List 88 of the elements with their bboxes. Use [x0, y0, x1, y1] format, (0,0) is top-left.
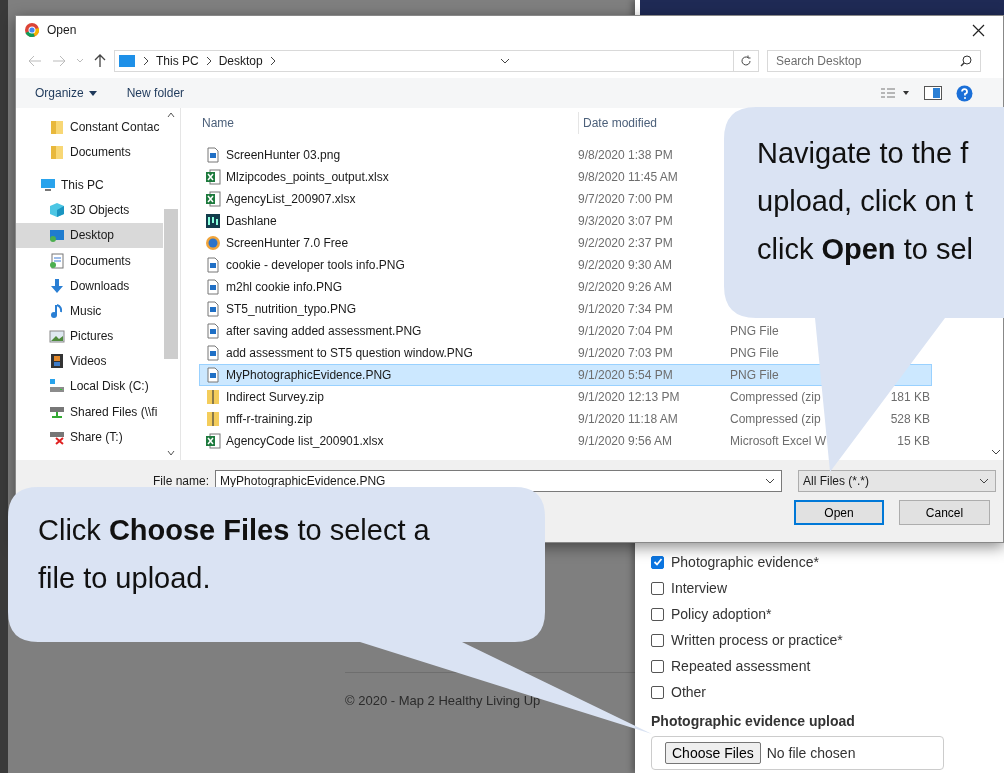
file-name: cookie - developer tools info.PNG	[226, 258, 406, 272]
file-type-dropdown[interactable]: All Files (*.*)	[798, 470, 997, 492]
file-date: 9/1/2020 12:13 PM	[578, 390, 681, 404]
file-name: ScreenHunter 03.png	[226, 148, 342, 162]
checkbox-label: Other	[671, 684, 706, 700]
navigation-item[interactable]: 3D Objects	[16, 197, 163, 223]
callout-text: Navigate to the f	[757, 136, 970, 171]
navigation-item[interactable]: Music	[16, 298, 163, 324]
callout-text: click Open to sel	[757, 232, 973, 267]
column-header[interactable]: Name	[199, 112, 579, 134]
checkbox-label: Policy adoption*	[671, 606, 772, 622]
checkbox-label: Written process or practice*	[671, 632, 843, 648]
file-name: Dashlane	[226, 214, 278, 228]
file-name: Mlzipcodes_points_output.xlsx	[226, 170, 390, 184]
file-date: 9/2/2020 9:30 AM	[578, 258, 674, 272]
organize-menu[interactable]: Organize	[35, 84, 97, 102]
file-name: ST5_nutrition_typo.PNG	[226, 302, 358, 316]
file-name: Indirect Survey.zip	[226, 390, 325, 404]
file-type-value: All Files (*.*)	[803, 474, 870, 488]
file-type: PNG File	[730, 324, 780, 338]
callout-text: Click Choose Files to select a	[38, 513, 430, 548]
file-name: AgencyList_200907.xlsx	[226, 192, 357, 206]
file-date: 9/7/2020 7:00 PM	[578, 192, 674, 206]
cancel-button[interactable]: Cancel	[899, 500, 990, 525]
file-name: add assessment to ST5 question window.PNG	[226, 346, 474, 360]
checkbox-label: Interview	[671, 580, 728, 596]
navigation-item[interactable]: Documents	[16, 139, 163, 165]
navigation-item[interactable]: Pictures	[16, 323, 163, 349]
open-button[interactable]: Open	[794, 500, 884, 525]
file-type: PNG File	[730, 368, 780, 382]
footer-text: © 2020 - Map 2 Healthy Living Up	[345, 693, 542, 708]
breadcrumb-item[interactable]: Desktop	[218, 54, 263, 68]
file-date: 9/1/2020 7:34 PM	[578, 302, 674, 316]
file-row[interactable]: Indirect Survey.zip 9/1/2020 12:13 PM Compressed (zip 181 KB	[199, 386, 932, 408]
navigation-item[interactable]: Shared Files (\\fi	[16, 399, 163, 425]
file-row[interactable]: add assessment to ST5 question window.PNG 9/1/2020 7:03 PM PNG File	[199, 342, 932, 364]
navigation-item[interactable]: Local Disk (C:)	[16, 373, 163, 400]
breadcrumb-item[interactable]: This PC	[156, 54, 199, 68]
file-name: m2hl cookie info.PNG	[226, 280, 344, 294]
search-placeholder: Search Desktop	[776, 54, 862, 68]
file-name: ScreenHunter 7.0 Free	[226, 236, 350, 250]
navigation-item[interactable]: Desktop	[16, 222, 163, 248]
file-row[interactable]: ST5_nutrition_typo.PNG 9/1/2020 7:34 PM	[199, 298, 731, 320]
file-date: 9/3/2020 3:07 PM	[578, 214, 674, 228]
file-name: after saving added assessment.PNG	[226, 324, 423, 338]
file-type: Microsoft Excel W	[730, 434, 827, 448]
file-type: Compressed (zip	[730, 390, 822, 404]
file-size: 528 KB	[889, 412, 930, 426]
navigation-item[interactable]: This PC	[16, 172, 163, 198]
file-name-field[interactable]: MyPhotographicEvidence.PNG	[215, 470, 783, 492]
file-type: Compressed (zip	[730, 412, 822, 426]
file-date: 9/8/2020 1:38 PM	[578, 148, 674, 162]
file-row[interactable]: mff-r-training.zip 9/1/2020 11:18 AM Compressed (zip 528 KB	[199, 408, 932, 430]
callout-text: file to upload.	[38, 561, 212, 596]
file-date: 9/2/2020 9:26 AM	[578, 280, 674, 294]
checkbox-label: Photographic evidence*	[671, 554, 819, 570]
file-status-text: No file chosen	[766, 745, 856, 761]
navigation-item[interactable]: Documents	[16, 247, 163, 274]
search-field[interactable]: Search Desktop	[767, 50, 981, 72]
file-name-value: MyPhotographicEvidence.PNG	[220, 474, 386, 488]
window-title: Open	[47, 23, 78, 37]
navigation-item[interactable]: Share (T:)	[16, 424, 163, 450]
callout-text: upload, click on t	[757, 184, 973, 219]
column-header[interactable]: Date modified	[579, 116, 658, 130]
file-date: 9/2/2020 2:37 PM	[578, 236, 674, 250]
file-name: AgencyCode list_200901.xlsx	[226, 434, 385, 448]
address-bar[interactable]: This PC Desktop	[114, 50, 759, 72]
file-row[interactable]: AgencyCode list_200901.xlsx 9/1/2020 9:56 AM Microsoft Excel W 15 KB	[199, 430, 932, 452]
file-size: 15 KB	[896, 434, 930, 448]
file-name: mff-r-training.zip	[226, 412, 314, 426]
upload-label: Photographic evidence upload	[651, 713, 856, 729]
file-date: 9/1/2020 11:18 AM	[578, 412, 679, 426]
file-date: 9/8/2020 11:45 AM	[578, 170, 679, 184]
file-upload-field[interactable]: Choose Files No file chosen	[651, 736, 944, 770]
navigation-item[interactable]: Constant Contac	[16, 114, 163, 140]
file-date: 9/1/2020 9:56 AM	[578, 434, 674, 448]
file-size: 181 KB	[889, 390, 930, 404]
file-date: 9/1/2020 5:54 PM	[578, 368, 674, 382]
file-type: PNG File	[730, 346, 780, 360]
file-date: 9/1/2020 7:04 PM	[578, 324, 674, 338]
navigation-item[interactable]: Videos	[16, 348, 163, 374]
checkbox-label: Repeated assessment	[671, 658, 811, 674]
new-folder-button[interactable]: New folder	[126, 84, 185, 102]
file-date: 9/1/2020 7:03 PM	[578, 346, 674, 360]
file-name: MyPhotographicEvidence.PNG	[226, 368, 393, 382]
navigation-item[interactable]: Downloads	[16, 273, 163, 299]
choose-files-button[interactable]: Choose Files	[665, 742, 761, 764]
file-name-label: File name:	[153, 474, 210, 488]
